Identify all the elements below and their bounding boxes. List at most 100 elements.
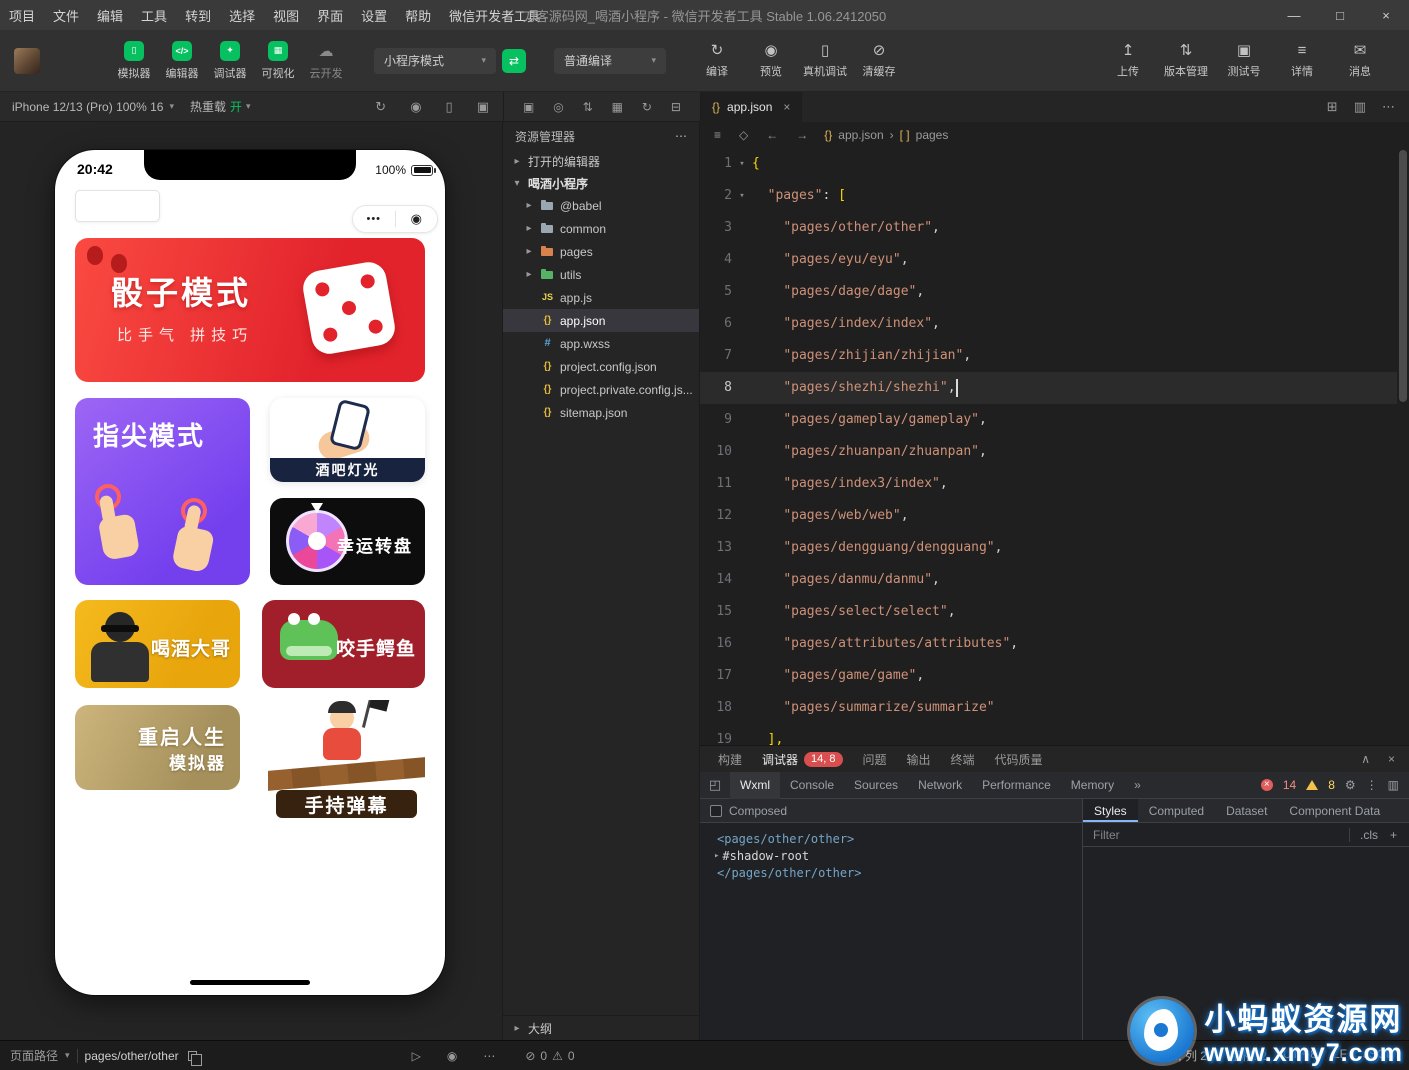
kebab-menu-icon[interactable]: ⋮ <box>1366 778 1378 792</box>
devtools-tab[interactable]: » <box>1124 772 1151 799</box>
devtools-tab[interactable]: Console <box>780 772 844 799</box>
explorer-action-icon[interactable]: ⇅ <box>583 100 593 114</box>
tile-lucky-wheel[interactable]: 幸运转盘 <box>270 498 425 585</box>
dock-side-icon[interactable]: ▥ <box>1388 778 1399 792</box>
device-select[interactable]: iPhone 12/13 (Pro) 100% 16 ▾ <box>12 100 174 114</box>
compile-mode-select[interactable]: 普通编译 ▾ <box>554 47 666 74</box>
styles-filter-input[interactable] <box>1091 826 1341 843</box>
expand-arrow-icon[interactable]: ▸ <box>714 848 719 865</box>
fold-icon[interactable] <box>732 372 752 404</box>
composed-checkbox[interactable] <box>710 804 722 817</box>
code-line[interactable]: 3 "pages/other/other" , <box>700 212 1397 244</box>
top-left-box[interactable] <box>75 190 160 222</box>
fold-icon[interactable] <box>732 596 752 628</box>
close-panel-icon[interactable]: × <box>1388 752 1395 766</box>
tree-item[interactable]: app.wxss <box>503 332 699 355</box>
fold-icon[interactable] <box>732 628 752 660</box>
toolbar-action-button[interactable]: ⊘ 清缓存 <box>856 42 902 79</box>
fold-icon[interactable] <box>732 404 752 436</box>
code-area[interactable]: 1 ▾ { 2 ▾ "pages" : [3 "pages/other/oth… <box>700 148 1397 745</box>
explorer-action-icon[interactable]: ▦ <box>612 100 623 114</box>
menu-item[interactable]: 文件 <box>44 6 88 25</box>
screenshot-icon[interactable]: ▣ <box>477 99 489 115</box>
toolbar-action-button[interactable]: ↥ 上传 <box>1105 42 1151 79</box>
tile-handheld-danmu[interactable]: 手持弹幕 <box>268 700 425 825</box>
tree-item[interactable]: app.js <box>503 286 699 309</box>
menu-item[interactable]: 选择 <box>220 6 264 25</box>
toolbar-action-button[interactable]: ⇅ 版本管理 <box>1163 42 1209 79</box>
tree-item[interactable]: project.private.config.js... <box>503 378 699 401</box>
view-toggle-button[interactable]: ▯ 模拟器 <box>110 40 158 81</box>
fold-icon[interactable] <box>732 468 752 500</box>
error-count[interactable]: 14 <box>1283 778 1296 792</box>
fold-icon[interactable] <box>732 244 752 276</box>
capsule-more-button[interactable]: ••• <box>353 213 395 225</box>
mode-select[interactable]: 小程序模式 ▾ <box>374 47 496 74</box>
fold-icon[interactable] <box>732 308 752 340</box>
close-button[interactable]: × <box>1363 0 1409 30</box>
layout-icon[interactable]: ▥ <box>1354 99 1366 115</box>
devtools-tab[interactable]: Memory <box>1061 772 1124 799</box>
wxml-node[interactable]: <pages/other/other> <box>714 831 1082 848</box>
menu-item[interactable]: 帮助 <box>396 6 440 25</box>
collapse-panel-icon[interactable]: ∧ <box>1361 752 1370 766</box>
fold-icon[interactable] <box>732 724 752 745</box>
scrollbar-thumb[interactable] <box>1399 150 1407 402</box>
code-line[interactable]: 18 "pages/summarize/summarize" <box>700 692 1397 724</box>
bookmark-icon[interactable]: ◇ <box>739 128 748 142</box>
tree-item[interactable]: ▸ utils <box>503 263 699 286</box>
chevron-down-icon[interactable]: ▾ <box>65 1050 70 1061</box>
breadcrumb[interactable]: {} app.json › [ ] pages <box>824 128 948 142</box>
code-line[interactable]: 17 "pages/game/game" , <box>700 660 1397 692</box>
panel-tab[interactable]: 调试器 14, 8 <box>762 751 843 768</box>
problems-indicator[interactable]: ⊘ 0 ⚠ 0 <box>525 1049 574 1063</box>
fold-icon[interactable]: ▾ <box>732 148 752 180</box>
styles-tab[interactable]: Computed <box>1138 799 1215 822</box>
tile-fingertip-mode[interactable]: 指尖模式 <box>75 398 250 585</box>
mode-switch-button[interactable]: ⇄ <box>502 48 526 73</box>
code-line[interactable]: 15 "pages/select/select" , <box>700 596 1397 628</box>
styles-tab[interactable]: Component Data <box>1278 799 1391 822</box>
fold-icon[interactable]: ▾ <box>732 180 752 212</box>
warning-count[interactable]: 8 <box>1328 778 1335 792</box>
tile-restart-life[interactable]: 重启人生 模拟器 <box>75 705 240 790</box>
panel-tab[interactable]: 终端 <box>951 751 975 768</box>
code-line[interactable]: 12 "pages/web/web" , <box>700 500 1397 532</box>
tile-dice-mode[interactable]: 骰子模式 比手气 拼技巧 <box>75 238 425 382</box>
toolbar-action-button[interactable]: ✉ 消息 <box>1337 42 1383 79</box>
fold-icon[interactable] <box>732 692 752 724</box>
code-line[interactable]: 10 "pages/zhuanpan/zhuanpan" , <box>700 436 1397 468</box>
new-style-rule-icon[interactable]: + <box>1386 828 1401 842</box>
capsule-close-button[interactable]: ◉ <box>396 211 438 227</box>
minimize-button[interactable]: — <box>1271 0 1317 30</box>
tree-item[interactable]: project.config.json <box>503 355 699 378</box>
explorer-action-icon[interactable]: ◎ <box>553 100 563 114</box>
wxml-tree[interactable]: <pages/other/other> ▸ #shadow-root </pag… <box>700 823 1082 882</box>
fold-icon[interactable] <box>732 276 752 308</box>
code-line[interactable]: 9 "pages/gameplay/gameplay" , <box>700 404 1397 436</box>
tile-biting-crocodile[interactable]: 咬手鳄鱼 <box>262 600 425 688</box>
tree-item[interactable]: sitemap.json <box>503 401 699 424</box>
eye-icon[interactable]: ◉ <box>447 1049 457 1063</box>
toolbar-action-button[interactable]: ≡ 详情 <box>1279 42 1325 79</box>
toolbar-action-button[interactable]: ▯ 真机调试 <box>802 42 848 79</box>
code-line[interactable]: 11 "pages/index3/index" , <box>700 468 1397 500</box>
code-line[interactable]: 14 "pages/danmu/danmu" , <box>700 564 1397 596</box>
devtools-tab[interactable]: Performance <box>972 772 1061 799</box>
devtools-tab[interactable]: Wxml <box>730 771 780 799</box>
menu-item[interactable]: 界面 <box>308 6 352 25</box>
tree-item[interactable]: ▸ pages <box>503 240 699 263</box>
editor-scrollbar[interactable] <box>1397 148 1409 745</box>
tree-item[interactable]: ▸ common <box>503 217 699 240</box>
device-frame-icon[interactable]: ▯ <box>446 99 453 115</box>
code-line[interactable]: 19 ], <box>700 724 1397 745</box>
fold-icon[interactable] <box>732 500 752 532</box>
panel-tab[interactable]: 构建 <box>718 751 742 768</box>
tile-bar-light[interactable]: 酒吧灯光 <box>270 398 425 482</box>
forward-arrow-icon[interactable]: → <box>796 128 808 142</box>
fold-icon[interactable] <box>732 532 752 564</box>
project-section[interactable]: ▾ 喝酒小程序 <box>503 172 699 194</box>
styles-tab[interactable]: Dataset <box>1215 799 1278 822</box>
fold-icon[interactable] <box>732 436 752 468</box>
styles-tab[interactable]: Styles <box>1083 799 1138 822</box>
